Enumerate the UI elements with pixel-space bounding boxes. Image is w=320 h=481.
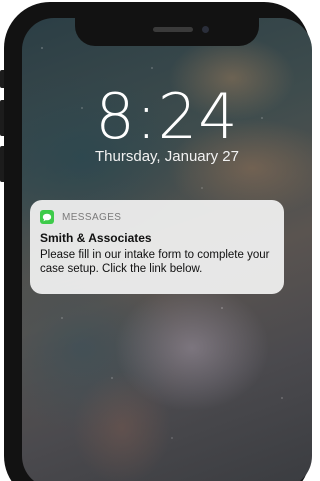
lock-screen-date: Thursday, January 27 bbox=[95, 148, 239, 165]
front-camera-icon bbox=[202, 26, 209, 33]
notification-title: Smith & Associates bbox=[40, 231, 152, 245]
phone-frame: 8:24 Thursday, January 27 MESSAGES Smith… bbox=[4, 2, 312, 481]
notch bbox=[75, 18, 259, 46]
notification-body: Please fill in our intake form to comple… bbox=[40, 249, 270, 275]
messages-icon bbox=[40, 210, 54, 224]
lock-screen: 8:24 Thursday, January 27 MESSAGES Smith… bbox=[22, 18, 312, 481]
notification-app-name: MESSAGES bbox=[62, 211, 122, 223]
message-notification[interactable]: MESSAGES Smith & Associates Please fill … bbox=[30, 200, 284, 294]
speaker-grille bbox=[153, 27, 193, 32]
phone-mockup: 8:24 Thursday, January 27 MESSAGES Smith… bbox=[0, 0, 312, 481]
notification-header: MESSAGES bbox=[40, 210, 274, 224]
lock-screen-time: 8:24 bbox=[95, 80, 239, 153]
